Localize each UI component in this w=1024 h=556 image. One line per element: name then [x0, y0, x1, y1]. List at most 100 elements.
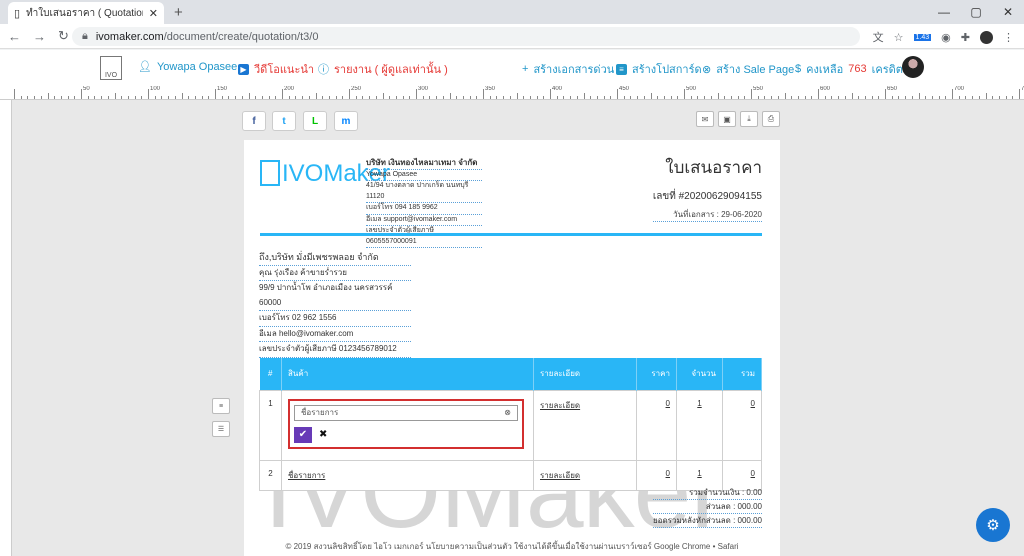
- ruler-tick: [315, 93, 317, 99]
- row-price[interactable]: 0: [636, 389, 677, 461]
- ruler-tick: [925, 96, 927, 99]
- ruler-tick: [241, 96, 243, 99]
- download-icon[interactable]: ⤓: [740, 111, 758, 127]
- row-detail[interactable]: รายละเอียด: [533, 459, 637, 491]
- document-title[interactable]: ใบเสนอราคา: [653, 154, 762, 181]
- maximize-icon[interactable]: ▢: [960, 0, 992, 24]
- ruler-tick: [650, 93, 652, 99]
- ruler-tick: [496, 96, 498, 99]
- profile-avatar[interactable]: [980, 30, 993, 44]
- ruler-tick: [168, 96, 170, 99]
- back-icon[interactable]: ←: [8, 29, 21, 44]
- cancel-button[interactable]: ✖: [314, 427, 332, 443]
- minimize-icon[interactable]: —: [928, 0, 960, 24]
- add-row-icon[interactable]: ≡: [212, 398, 230, 414]
- app-header: IVO 👤︎ Yowapa Opasee ▶ วีดีโอแนะนำ ⓘ รายงาน…: [0, 50, 1024, 86]
- customer-name[interactable]: ถึง,บริษัท มั่งมีเพชรพลอย จำกัด: [259, 250, 411, 266]
- ruler-tick: [295, 96, 297, 99]
- customer-contact[interactable]: คุณ รุ่งเรือง ค้าขายร่ำรวย: [259, 266, 411, 281]
- tab-title: ทำใบเสนอราคา ( Quotation ) ออนไล: [26, 7, 143, 19]
- company-phone[interactable]: เบอร์โทร 094 185 9962: [366, 203, 482, 215]
- browser-tab[interactable]: ▯ ทำใบเสนอราคา ( Quotation ) ออนไล ✕: [8, 2, 164, 24]
- ruler-tick: [797, 96, 799, 99]
- email-icon[interactable]: ✉: [696, 111, 714, 127]
- ruler-tick: [127, 96, 129, 99]
- ruler-tick: [261, 96, 263, 99]
- ruler-tick: [114, 93, 116, 99]
- ruler-tick: [221, 96, 223, 99]
- ruler-tick: [389, 96, 391, 99]
- camera-icon[interactable]: ◉: [941, 31, 951, 44]
- reload-icon[interactable]: ↻: [58, 28, 69, 44]
- ruler-tick: [818, 89, 819, 99]
- row-qty[interactable]: 1: [676, 389, 723, 461]
- messenger-share-button[interactable]: m: [334, 111, 358, 131]
- ruler-tick: [228, 96, 230, 99]
- menu-icon[interactable]: ⋮: [1003, 31, 1014, 44]
- print-icon[interactable]: ⎙: [762, 111, 780, 127]
- company-contact[interactable]: Yowapa Opasee: [366, 170, 482, 181]
- customer-email[interactable]: อีเมล hello@ivomaker.com: [259, 327, 411, 342]
- ruler-tick: [409, 96, 411, 99]
- user-link[interactable]: 👤︎ Yowapa Opasee: [138, 60, 237, 74]
- create-card-link[interactable]: ≡ สร้างโปสการ์ด: [616, 60, 702, 78]
- ruler-tick: [670, 96, 672, 99]
- close-window-icon[interactable]: ✕: [992, 0, 1024, 24]
- customer-tax[interactable]: เลขประจำตัวผู้เสียภาษี 0123456789012: [259, 342, 411, 358]
- ruler-label: 650: [887, 86, 898, 92]
- new-tab-button[interactable]: +: [174, 4, 183, 21]
- ruler-tick: [643, 96, 645, 99]
- star-icon[interactable]: ☆: [894, 31, 904, 44]
- row-detail[interactable]: รายละเอียด: [533, 389, 637, 461]
- ruler-tick: [737, 96, 739, 99]
- user-icon: 👤︎: [138, 61, 152, 73]
- twitter-share-button[interactable]: t: [272, 111, 296, 131]
- item-name-input[interactable]: ชื่อรายการ ⊗: [294, 404, 518, 421]
- ruler-label: 500: [686, 86, 697, 92]
- remove-row-icon[interactable]: ☰: [212, 421, 230, 437]
- company-address[interactable]: 41/94 บางตลาด ปากเกร็ด นนทบุรี 11120: [366, 181, 482, 203]
- company-tax[interactable]: เลขประจำตัวผู้เสียภาษี 0605557000091: [366, 226, 482, 248]
- url-field[interactable]: 🔒︎ ivomaker.com/document/create/quotatio…: [72, 27, 860, 46]
- ruler-tick: [710, 96, 712, 99]
- ruler-tick: [362, 96, 364, 99]
- ruler-tick: [724, 96, 726, 99]
- translate-icon[interactable]: 文: [873, 29, 884, 45]
- quick-doc-link[interactable]: + สร้างเอกสารด่วน: [522, 60, 614, 78]
- ruler-tick: [985, 93, 987, 99]
- puzzle-icon[interactable]: ✚: [961, 31, 970, 44]
- company-email[interactable]: อีเมล support@ivomaker.com: [366, 215, 482, 226]
- line-share-button[interactable]: L: [303, 111, 327, 131]
- settings-fab-button[interactable]: ⚙: [976, 508, 1010, 542]
- ruler-tick: [335, 96, 337, 99]
- discount[interactable]: ส่วนลด : 000.00: [652, 500, 762, 514]
- ruler-tick: [858, 96, 860, 99]
- document-icon: [260, 160, 280, 186]
- document-date[interactable]: วันที่เอกสาร : 29-06-2020: [652, 208, 762, 222]
- close-tab-icon[interactable]: ✕: [149, 7, 158, 20]
- row-item[interactable]: ชื่อรายการ: [281, 459, 534, 491]
- col-index: #: [259, 358, 282, 390]
- clear-input-icon[interactable]: ⊗: [504, 408, 511, 417]
- report-link[interactable]: ⓘ รายงาน ( ผู้ดูแลเท่านั้น ): [318, 60, 448, 78]
- ruler-tick: [871, 96, 873, 99]
- document-number[interactable]: เลขที่ #20200629094155: [653, 189, 762, 204]
- video-link[interactable]: ▶ วีดีโอแนะนำ: [238, 60, 314, 78]
- credit-value: 763: [848, 63, 867, 75]
- forward-icon[interactable]: →: [33, 29, 46, 44]
- sale-page-link[interactable]: ⊗ สร้าง Sale Page: [702, 60, 794, 78]
- ruler-tick: [1019, 89, 1020, 99]
- company-name[interactable]: บริษัท เงินทองไหลมาเทมา จำกัด: [366, 158, 482, 170]
- facebook-share-button[interactable]: f: [242, 111, 266, 131]
- ruler-tick: [201, 96, 203, 99]
- credit-info[interactable]: $ คงเหลือ 763 เครดิต: [795, 60, 903, 78]
- user-avatar[interactable]: [902, 56, 924, 78]
- customer-phone[interactable]: เบอร์โทร 02 962 1556: [259, 311, 411, 327]
- ruler-tick: [529, 96, 531, 99]
- ruler-tick: [483, 89, 484, 99]
- extension-badge[interactable]: 1.43: [913, 33, 932, 41]
- ivo-logo[interactable]: IVO: [100, 56, 122, 80]
- confirm-button[interactable]: ✔: [294, 426, 312, 443]
- customer-address[interactable]: 99/9 ปากน้ำโพ อำเภอเมือง นครสวรรค์ 60000: [259, 281, 411, 311]
- save-icon[interactable]: ▣: [718, 111, 736, 127]
